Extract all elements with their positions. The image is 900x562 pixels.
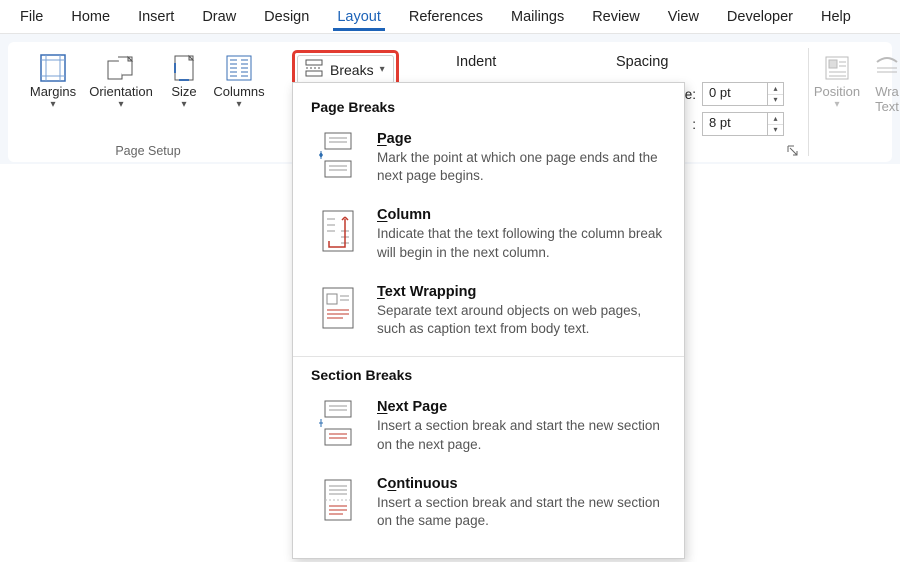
chevron-down-icon[interactable]: ▾ [768, 125, 783, 136]
tab-file[interactable]: File [6, 3, 57, 30]
wrap-text-label-1: Wra [875, 84, 899, 99]
tab-references[interactable]: References [395, 3, 497, 30]
break-option-text-wrapping[interactable]: Text Wrapping Separate text around objec… [293, 276, 684, 352]
break-option-next-page-title: Next Page [377, 399, 666, 415]
tab-insert[interactable]: Insert [124, 3, 188, 30]
break-option-text-wrapping-desc: Separate text around objects on web page… [377, 302, 666, 338]
chevron-down-icon: ▾ [834, 99, 839, 110]
column-break-icon [317, 207, 359, 255]
page-break-icon [317, 131, 359, 179]
paragraph-dialog-launcher[interactable] [784, 142, 802, 160]
tab-layout[interactable]: Layout [323, 3, 395, 30]
chevron-down-icon: ▾ [50, 99, 55, 110]
ribbon: Margins ▾ Orientation ▾ Size ▾ [0, 34, 900, 164]
tab-developer[interactable]: Developer [713, 3, 807, 30]
breaks-dropdown: Page Breaks Page Mark the point at which… [292, 82, 685, 559]
chevron-up-icon[interactable]: ▴ [768, 83, 783, 95]
tab-mailings[interactable]: Mailings [497, 3, 578, 30]
columns-label: Columns [213, 84, 264, 99]
tab-review[interactable]: Review [578, 3, 654, 30]
chevron-down-icon: ▾ [118, 99, 123, 110]
page-breaks-heading: Page Breaks [293, 93, 684, 123]
orientation-icon [103, 52, 139, 84]
wrap-text-label-2: Text [875, 99, 899, 114]
break-option-text-wrapping-title: Text Wrapping [377, 284, 666, 300]
break-option-column-title: Column [377, 207, 666, 223]
break-option-continuous-desc: Insert a section break and start the new… [377, 494, 666, 530]
chevron-down-icon: ▾ [380, 64, 385, 75]
group-arrange: Position ▾ Wra Text [808, 48, 900, 114]
break-option-page-desc: Mark the point at which one page ends an… [377, 149, 666, 185]
chevron-up-icon[interactable]: ▴ [768, 113, 783, 125]
chevron-down-icon[interactable]: ▾ [768, 95, 783, 106]
break-option-page[interactable]: Page Mark the point at which one page en… [293, 123, 684, 199]
break-option-page-title: Page [377, 131, 666, 147]
position-button[interactable]: Position ▾ [808, 48, 866, 114]
orientation-label: Orientation [89, 84, 153, 99]
tab-view[interactable]: View [654, 3, 713, 30]
break-option-next-page-desc: Insert a section break and start the new… [377, 417, 666, 453]
chevron-down-icon: ▾ [236, 99, 241, 110]
spacing-after-input[interactable]: 8 pt [702, 112, 768, 136]
break-option-column-desc: Indicate that the text following the col… [377, 225, 666, 261]
next-page-break-icon [317, 399, 359, 447]
spacing-before-input[interactable]: 0 pt [702, 82, 768, 106]
text-wrapping-break-icon [317, 284, 359, 332]
dropdown-separator [293, 356, 684, 357]
margins-label: Margins [30, 84, 76, 99]
margins-icon [35, 52, 71, 84]
break-option-continuous-title: Continuous [377, 476, 666, 492]
section-breaks-heading: Section Breaks [293, 361, 684, 391]
spacing-label: Spacing [616, 54, 668, 70]
margins-button[interactable]: Margins ▾ [25, 48, 81, 110]
indent-label: Indent [456, 54, 616, 70]
orientation-button[interactable]: Orientation ▾ [81, 48, 161, 110]
group-page-setup: Margins ▾ Orientation ▾ Size ▾ [14, 48, 282, 158]
breaks-label: Breaks [330, 62, 374, 78]
continuous-break-icon [317, 476, 359, 524]
spacing-after-stepper[interactable]: ▴▾ [768, 112, 784, 136]
break-option-column[interactable]: Column Indicate that the text following … [293, 199, 684, 275]
position-icon [819, 52, 855, 84]
size-label: Size [171, 84, 196, 99]
position-label: Position [814, 84, 860, 99]
wrap-text-button[interactable]: Wra Text [866, 48, 900, 114]
tab-home[interactable]: Home [57, 3, 124, 30]
tab-design[interactable]: Design [250, 3, 323, 30]
break-option-continuous[interactable]: Continuous Insert a section break and st… [293, 468, 684, 544]
ribbon-tabs: File Home Insert Draw Design Layout Refe… [0, 0, 900, 34]
wrap-text-icon [869, 52, 900, 84]
chevron-down-icon: ▾ [181, 99, 186, 110]
tab-help[interactable]: Help [807, 3, 865, 30]
break-option-next-page[interactable]: Next Page Insert a section break and sta… [293, 391, 684, 467]
breaks-icon [304, 59, 324, 80]
size-button[interactable]: Size ▾ [161, 48, 207, 110]
tab-draw[interactable]: Draw [188, 3, 250, 30]
group-label-page-setup: Page Setup [14, 144, 282, 158]
breaks-button[interactable]: Breaks ▾ [297, 55, 394, 84]
columns-icon [221, 52, 257, 84]
spacing-before-stepper[interactable]: ▴▾ [768, 82, 784, 106]
size-icon [166, 52, 202, 84]
columns-button[interactable]: Columns ▾ [207, 48, 271, 110]
